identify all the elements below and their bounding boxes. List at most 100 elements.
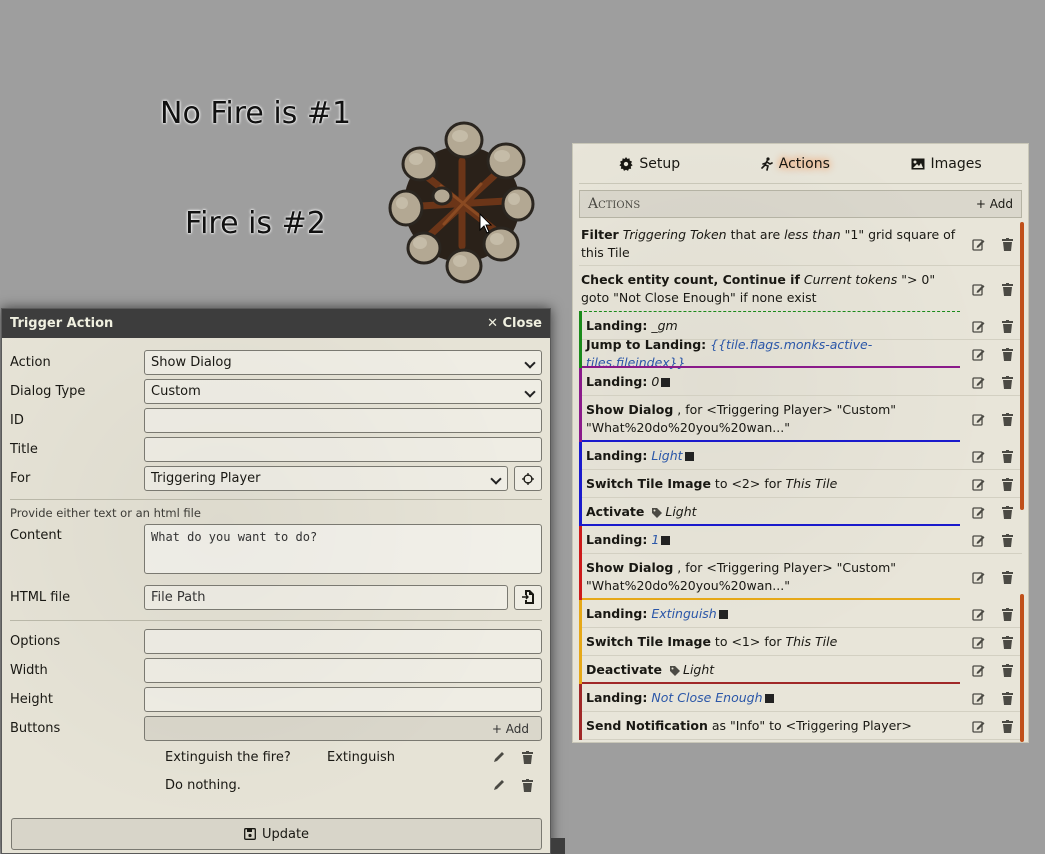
tab-actions[interactable]: Actions bbox=[760, 156, 830, 172]
height-input[interactable] bbox=[144, 687, 542, 712]
pencil-icon[interactable] bbox=[491, 777, 507, 793]
trash-icon[interactable] bbox=[520, 777, 536, 793]
buttons-label: Buttons bbox=[10, 721, 61, 736]
action-detail: Current tokens bbox=[803, 272, 898, 287]
trash-icon[interactable] bbox=[1000, 662, 1016, 678]
id-label: ID bbox=[10, 413, 24, 428]
title-input[interactable] bbox=[144, 437, 542, 462]
trash-icon[interactable] bbox=[1000, 532, 1016, 548]
width-input[interactable] bbox=[144, 658, 542, 683]
edit-icon[interactable] bbox=[971, 634, 987, 650]
edit-icon[interactable] bbox=[971, 476, 987, 492]
action-name: Landing: bbox=[586, 448, 648, 463]
action-row[interactable]: Show Dialog , for <Triggering Player> "C… bbox=[579, 396, 1022, 442]
action-list: Filter Triggering Token that are less th… bbox=[579, 222, 1024, 742]
dialog-type-select[interactable]: Custom bbox=[144, 379, 542, 404]
trash-icon[interactable] bbox=[1000, 448, 1016, 464]
action-controls bbox=[964, 411, 1022, 427]
action-controls bbox=[964, 690, 1022, 706]
trash-icon[interactable] bbox=[1000, 569, 1016, 585]
options-input[interactable] bbox=[144, 629, 542, 654]
trash-icon[interactable] bbox=[1000, 318, 1016, 334]
target-select-button[interactable] bbox=[514, 466, 542, 491]
edit-icon[interactable] bbox=[971, 569, 987, 585]
action-row[interactable]: Landing: Not Close Enough bbox=[579, 684, 1022, 712]
action-row[interactable]: Landing: Extinguish bbox=[579, 600, 1022, 628]
action-text: Landing: 0 bbox=[586, 373, 964, 391]
action-select[interactable]: Show Dialog bbox=[144, 350, 542, 375]
action-row[interactable]: Switch Tile Image to <2> for This Tile bbox=[579, 470, 1022, 498]
trash-icon[interactable] bbox=[1000, 374, 1016, 390]
edit-icon[interactable] bbox=[971, 504, 987, 520]
file-picker-button[interactable] bbox=[514, 584, 542, 610]
edit-icon[interactable] bbox=[971, 281, 987, 297]
divider bbox=[10, 620, 542, 621]
width-label: Width bbox=[10, 663, 48, 678]
action-detail: Light bbox=[682, 662, 715, 677]
action-row[interactable]: Activate Light bbox=[579, 498, 1022, 526]
edit-icon[interactable] bbox=[971, 662, 987, 678]
row-buttons: Buttons + Add bbox=[10, 714, 542, 743]
scrollbar[interactable] bbox=[1020, 222, 1024, 510]
button-value: Extinguish bbox=[327, 749, 395, 765]
close-button[interactable]: ✕ Close bbox=[487, 316, 542, 331]
action-row[interactable]: Jump to Landing: {{tile.flags.monks-acti… bbox=[579, 337, 1022, 370]
tab-images[interactable]: Images bbox=[911, 156, 982, 172]
action-row[interactable]: Check entity count, Continue if Current … bbox=[579, 266, 1022, 312]
button-label: Extinguish the fire? bbox=[165, 749, 291, 765]
row-width: Width bbox=[10, 656, 542, 685]
pencil-icon[interactable] bbox=[491, 749, 507, 765]
edit-icon[interactable] bbox=[971, 448, 987, 464]
action-row[interactable]: Landing: Light bbox=[579, 442, 1022, 470]
action-row[interactable]: Switch Tile Image to <1> for This Tile bbox=[579, 628, 1022, 656]
edit-icon[interactable] bbox=[971, 606, 987, 622]
action-row[interactable]: Deactivate Light bbox=[579, 656, 1022, 684]
action-controls bbox=[964, 346, 1022, 362]
edit-icon[interactable] bbox=[971, 346, 987, 362]
trash-icon[interactable] bbox=[1000, 634, 1016, 650]
trash-icon[interactable] bbox=[1000, 476, 1016, 492]
trash-icon[interactable] bbox=[1000, 411, 1016, 427]
action-row[interactable]: Filter Triggering Token that are less th… bbox=[579, 222, 1022, 266]
action-name: Switch Tile Image bbox=[586, 634, 711, 649]
action-row[interactable]: Landing: 0 bbox=[579, 368, 1022, 396]
edit-icon[interactable] bbox=[971, 236, 987, 252]
for-select[interactable]: Triggering Player bbox=[144, 466, 508, 491]
action-row[interactable]: Send Notification as "Info" to <Triggeri… bbox=[579, 712, 1022, 740]
content-textarea[interactable]: What do you want to do? bbox=[144, 524, 542, 574]
trash-icon[interactable] bbox=[1000, 606, 1016, 622]
id-input[interactable] bbox=[144, 408, 542, 433]
trash-icon[interactable] bbox=[1000, 690, 1016, 706]
edit-icon[interactable] bbox=[971, 718, 987, 734]
action-name: Landing: bbox=[586, 374, 648, 389]
options-label: Options bbox=[10, 634, 61, 649]
edit-icon[interactable] bbox=[971, 374, 987, 390]
add-action-button[interactable]: + Add bbox=[976, 197, 1013, 211]
dialog-buttons-list: Extinguish the fire? Extinguish Do nothing… bbox=[10, 743, 542, 799]
action-text: Filter Triggering Token that are less th… bbox=[581, 226, 964, 262]
action-name: Landing: bbox=[586, 606, 648, 621]
edit-icon[interactable] bbox=[971, 318, 987, 334]
action-controls bbox=[964, 718, 1022, 734]
trash-icon[interactable] bbox=[520, 749, 536, 765]
add-button-button[interactable]: + Add bbox=[492, 722, 529, 736]
trash-icon[interactable] bbox=[1000, 281, 1016, 297]
trash-icon[interactable] bbox=[1000, 504, 1016, 520]
edit-icon[interactable] bbox=[971, 411, 987, 427]
landing-marker-icon bbox=[718, 610, 728, 619]
dialog-header[interactable]: Trigger Action ✕ Close bbox=[2, 309, 550, 338]
tab-setup[interactable]: Setup bbox=[619, 156, 680, 172]
trash-icon[interactable] bbox=[1000, 346, 1016, 362]
tab-setup-label: Setup bbox=[639, 155, 681, 172]
tab-bar: Setup Actions Images bbox=[579, 144, 1022, 184]
campfire-tile[interactable] bbox=[386, 116, 538, 286]
html-file-input[interactable]: File Path bbox=[144, 584, 508, 610]
action-row[interactable]: Show Dialog , for <Triggering Player> "C… bbox=[579, 554, 1022, 600]
update-button[interactable]: Update bbox=[11, 818, 542, 850]
trash-icon[interactable] bbox=[1000, 718, 1016, 734]
action-row[interactable]: Landing: 1 bbox=[579, 526, 1022, 554]
edit-icon[interactable] bbox=[971, 532, 987, 548]
height-label: Height bbox=[10, 692, 53, 707]
trash-icon[interactable] bbox=[1000, 236, 1016, 252]
edit-icon[interactable] bbox=[971, 690, 987, 706]
